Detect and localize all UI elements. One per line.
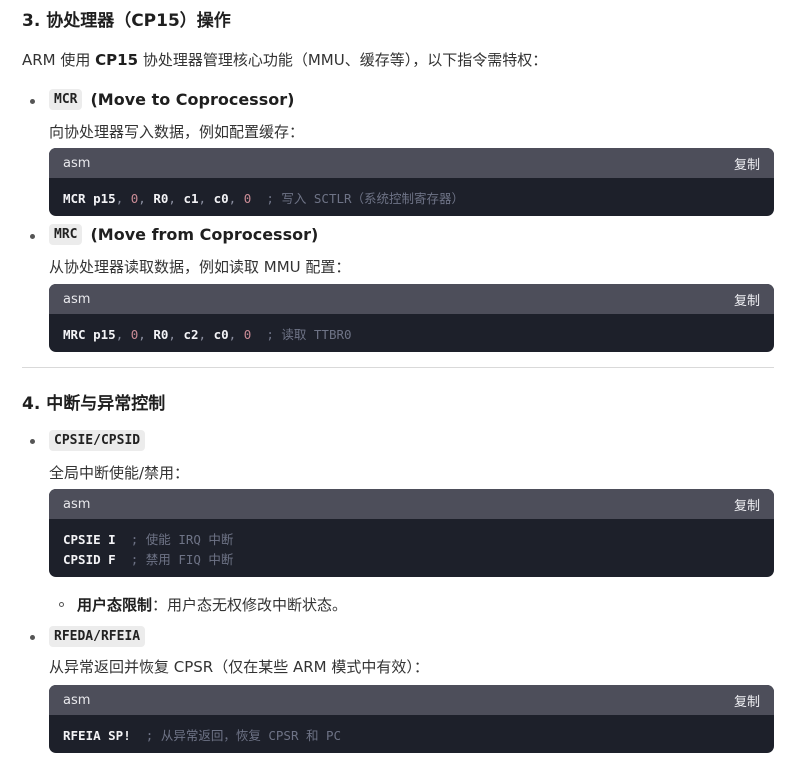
code-body: CPSIE I ; 使能 IRQ 中断 CPSID F ; 禁用 FIQ 中断	[49, 519, 774, 577]
code-body: MCR p15, 0, R0, c1, c0, 0 ; 写入 SCTLR（系统控…	[49, 178, 774, 216]
cp15-bold: CP15	[95, 51, 139, 69]
code-line: CPSIE I ; 使能 IRQ 中断	[63, 532, 234, 547]
section-4-heading: 4. 中断与异常控制	[22, 394, 166, 414]
user-mode-note: 用户态限制：用户态无权修改中断状态。	[77, 596, 348, 614]
code-header: asm 复制	[49, 148, 774, 178]
code-comment: ; 读取 TTBR0	[266, 327, 352, 342]
rfe-code-block: asm 复制 RFEIA SP! ; 从异常返回，恢复 CPSR 和 PC	[49, 685, 774, 753]
copy-button[interactable]: 复制	[734, 154, 760, 173]
code-language: asm	[63, 155, 91, 171]
code-header: asm 复制	[49, 489, 774, 519]
code-language: asm	[63, 291, 91, 307]
mcr-code-block: asm 复制 MCR p15, 0, R0, c1, c0, 0 ; 写入 SC…	[49, 148, 774, 216]
cps-item-title: CPSIE/CPSID	[49, 430, 146, 451]
cps-description: 全局中断使能/禁用：	[49, 464, 190, 482]
mcr-title: (Move to Coprocessor)	[90, 90, 295, 109]
bullet	[30, 234, 35, 239]
mrc-title: (Move from Coprocessor)	[90, 225, 319, 244]
bullet	[30, 99, 35, 104]
bullet	[30, 635, 35, 640]
cps-code-block: asm 复制 CPSIE I ; 使能 IRQ 中断 CPSID F ; 禁用 …	[49, 489, 774, 577]
user-mode-bold: 用户态限制	[77, 596, 153, 614]
code-comment: ; 使能 IRQ 中断	[130, 532, 234, 547]
cps-inline-code: CPSIE/CPSID	[49, 430, 146, 451]
sub-bullet	[59, 602, 64, 607]
copy-button[interactable]: 复制	[734, 495, 760, 514]
code-language: asm	[63, 496, 91, 512]
mcr-item-title: MCR (Move to Coprocessor)	[49, 89, 294, 110]
code-body: RFEIA SP! ; 从异常返回，恢复 CPSR 和 PC	[49, 715, 774, 753]
code-line: CPSID F ; 禁用 FIQ 中断	[63, 552, 234, 567]
code-language: asm	[63, 692, 91, 708]
rfe-item-title: RFEDA/RFEIA	[49, 626, 146, 647]
copy-button[interactable]: 复制	[734, 691, 760, 710]
code-comment: ; 禁用 FIQ 中断	[130, 552, 234, 567]
bullet	[30, 439, 35, 444]
section-3-heading: 3. 协处理器（CP15）操作	[22, 11, 231, 31]
copy-button[interactable]: 复制	[734, 290, 760, 309]
code-comment: ; 写入 SCTLR（系统控制寄存器）	[266, 191, 465, 206]
rfe-description: 从异常返回并恢复 CPSR（仅在某些 ARM 模式中有效）：	[49, 658, 429, 676]
mrc-item-title: MRC (Move from Coprocessor)	[49, 224, 318, 245]
mrc-description: 从协处理器读取数据，例如读取 MMU 配置：	[49, 258, 351, 276]
rfe-inline-code: RFEDA/RFEIA	[49, 626, 146, 647]
mcr-description: 向协处理器写入数据，例如配置缓存：	[49, 123, 305, 141]
section-3-intro: ARM 使用 CP15 协处理器管理核心功能（MMU、缓存等），以下指令需特权：	[22, 51, 548, 69]
code-line: MCR p15, 0, R0, c1, c0, 0 ; 写入 SCTLR（系统控…	[63, 191, 465, 206]
code-line: MRC p15, 0, R0, c2, c0, 0 ; 读取 TTBR0	[63, 327, 352, 342]
code-header: asm 复制	[49, 284, 774, 314]
code-line: RFEIA SP! ; 从异常返回，恢复 CPSR 和 PC	[63, 728, 342, 743]
mrc-inline-code: MRC	[49, 224, 83, 245]
code-body: MRC p15, 0, R0, c2, c0, 0 ; 读取 TTBR0	[49, 314, 774, 352]
mrc-code-block: asm 复制 MRC p15, 0, R0, c2, c0, 0 ; 读取 TT…	[49, 284, 774, 352]
code-comment: ; 从异常返回，恢复 CPSR 和 PC	[145, 728, 342, 743]
code-header: asm 复制	[49, 685, 774, 715]
mcr-inline-code: MCR	[49, 89, 83, 110]
section-divider	[22, 367, 774, 368]
